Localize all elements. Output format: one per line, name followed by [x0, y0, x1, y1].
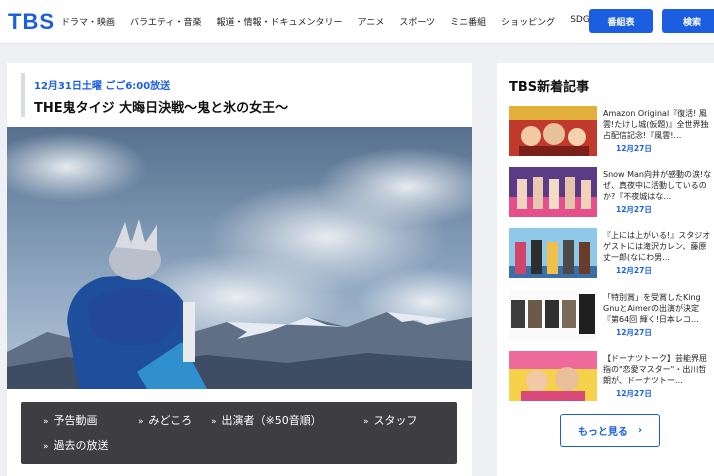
article-headline: Snow Man向井が感動の涙!なぜ、真夜中に活動しているのか?『不夜城はな… — [603, 170, 712, 201]
search-button[interactable]: 検索 — [662, 9, 714, 33]
menu-past-label: 過去の放送 — [53, 439, 109, 452]
article-thumbnail — [509, 351, 597, 401]
article-headline: 『上には上がいる!』スタジオゲストには滝沢カレン、藤原丈一郎(なにわ男… — [603, 231, 711, 262]
menu-trailer[interactable]: » 予告動画 — [43, 412, 98, 428]
article-item[interactable]: Snow Man向井が感動の涙!なぜ、真夜中に活動しているのか?『不夜城はな… … — [509, 167, 714, 217]
hero-illustration — [7, 127, 472, 389]
article-headline: 【ドーナツトーク】芸能界屈指の"恋愛マスター"・出川哲朗が、ドーナツトー… — [603, 354, 707, 385]
nav-news[interactable]: 報道・情報・ドキュメンタリー — [216, 15, 342, 28]
menu-cast-label: 出演者（※50音順） — [221, 414, 322, 427]
news-sidebar: TBS新着記事 Amazon Original『復活! 風雲!たけし城(仮題)』… — [497, 63, 714, 476]
nav-drama[interactable]: ドラマ・映画 — [61, 15, 115, 28]
article-thumbnail — [509, 290, 597, 340]
program-menu: » 予告動画 » みどころ » 出演者（※50音順） » スタッフ » 過去の放送 — [21, 402, 457, 464]
tbs-logo[interactable]: TBS — [8, 9, 55, 35]
menu-past-broadcasts[interactable]: » 過去の放送 — [43, 437, 109, 453]
program-heading: 12月31日土曜 ごご6:00放送 THE鬼タイジ 大晦日決戦〜鬼と氷の女王〜 — [21, 73, 461, 117]
double-chevron-right-icon: » — [211, 417, 217, 427]
site-header: TBS ドラマ・映画 バラエティ・音楽 報道・情報・ドキュメンタリー アニメ ス… — [0, 0, 714, 44]
article-thumbnail-image — [509, 351, 597, 401]
menu-highlights-label: みどころ — [148, 414, 193, 427]
nav-shopping[interactable]: ショッピング — [501, 15, 555, 28]
nav-mini[interactable]: ミニ番組 — [450, 15, 486, 28]
double-chevron-right-icon: » — [138, 417, 144, 427]
double-chevron-right-icon: » — [363, 417, 369, 427]
article-item[interactable]: 「特別賞」を受賞したKing GnuとAimerの出演が決定『第64回 輝く!日… — [509, 290, 714, 340]
menu-cast[interactable]: » 出演者（※50音順） — [211, 412, 322, 428]
article-date: 12月27日 — [616, 389, 652, 398]
menu-staff-label: スタッフ — [373, 414, 418, 427]
article-thumbnail — [509, 228, 597, 278]
article-item[interactable]: 『上には上がいる!』スタジオゲストには滝沢カレン、藤原丈一郎(なにわ男… 12月… — [509, 228, 714, 278]
more-articles-button[interactable]: もっと見る › — [560, 414, 660, 447]
chevron-right-icon: › — [637, 425, 643, 436]
article-item[interactable]: Amazon Original『復活! 風雲!たけし城(仮題)』全世界独占配信記… — [509, 106, 714, 156]
hero-image — [7, 127, 472, 389]
nav-variety[interactable]: バラエティ・音楽 — [130, 15, 201, 28]
broadcast-date: 12月31日土曜 ごご6:00放送 — [34, 81, 171, 92]
program-guide-button[interactable]: 番組表 — [589, 9, 653, 33]
article-thumbnail — [509, 167, 597, 217]
article-date: 12月27日 — [616, 144, 652, 153]
article-date: 12月27日 — [616, 266, 652, 275]
article-item[interactable]: 【ドーナツトーク】芸能界屈指の"恋愛マスター"・出川哲朗が、ドーナツトー… 12… — [509, 351, 714, 401]
article-date: 12月27日 — [616, 328, 652, 337]
double-chevron-right-icon: » — [43, 417, 49, 427]
main-nav: ドラマ・映画 バラエティ・音楽 報道・情報・ドキュメンタリー アニメ スポーツ … — [61, 15, 610, 28]
article-thumbnail — [509, 106, 597, 156]
menu-highlights[interactable]: » みどころ — [138, 412, 192, 428]
article-date: 12月27日 — [616, 205, 652, 214]
article-thumbnail-image — [509, 228, 597, 278]
nav-sports[interactable]: スポーツ — [399, 15, 435, 28]
menu-staff[interactable]: » スタッフ — [363, 412, 418, 428]
program-card: 12月31日土曜 ごご6:00放送 THE鬼タイジ 大晦日決戦〜鬼と氷の女王〜 — [7, 63, 472, 476]
menu-trailer-label: 予告動画 — [53, 414, 98, 427]
nav-anime[interactable]: アニメ — [358, 15, 385, 28]
article-thumbnail-image — [509, 290, 597, 340]
article-thumbnail-image — [509, 167, 597, 217]
more-articles-label: もっと見る — [577, 427, 628, 438]
article-headline: Amazon Original『復活! 風雲!たけし城(仮題)』全世界独占配信記… — [603, 109, 709, 140]
article-headline: 「特別賞」を受賞したKing GnuとAimerの出演が決定『第64回 輝く!日… — [603, 293, 701, 324]
program-title: THE鬼タイジ 大晦日決戦〜鬼と氷の女王〜 — [34, 101, 289, 116]
sidebar-title: TBS新着記事 — [509, 80, 590, 95]
double-chevron-right-icon: » — [43, 442, 49, 452]
article-thumbnail-image — [509, 106, 597, 156]
